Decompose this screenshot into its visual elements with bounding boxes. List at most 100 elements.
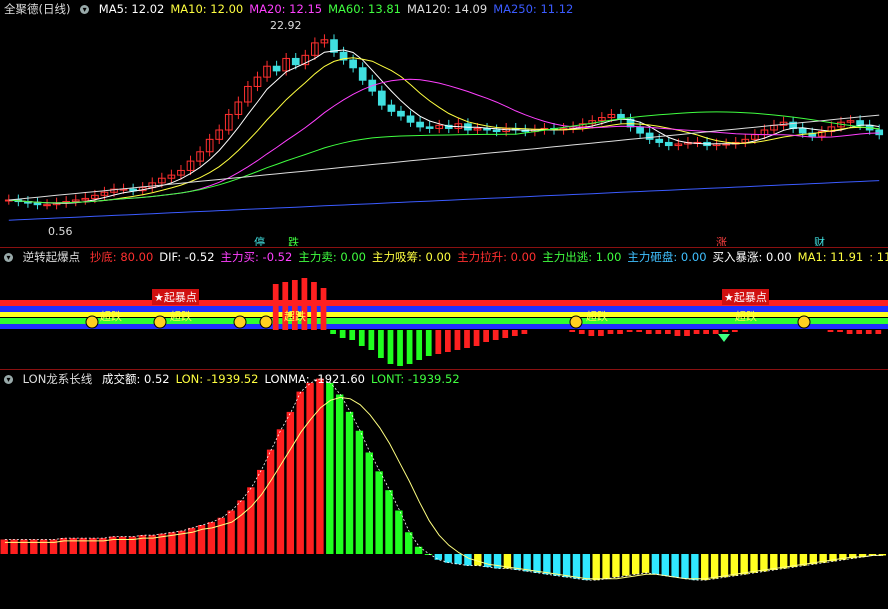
lon-bar (760, 554, 768, 572)
price-header: 全聚德(日线) ▾ MA5: 12.02 MA10: 12.00 MA20: 12.… (4, 1, 585, 17)
indicator-bar (665, 330, 671, 334)
indicator-bar (837, 330, 843, 332)
indicator-header: ▾ 逆转起爆点 抄底: 80.00 DIF: -0.52 主力买: -0.52 主力卖… (4, 249, 888, 265)
ma-legend-item: MA10: 12.00 (170, 2, 244, 16)
lon-bar (434, 554, 443, 560)
collapse-icon[interactable]: ▾ (80, 5, 90, 14)
ma-legend-item: MA120: 14.09 (406, 2, 488, 16)
indicator-bar (684, 330, 690, 336)
indicator-legend-item: 主力砸盘: 0.00 (627, 250, 707, 264)
indicator-bar (378, 330, 384, 358)
lon-bar (385, 490, 393, 554)
indicator-bar (569, 330, 576, 332)
indicator-bar (416, 330, 423, 360)
lon-bar (533, 554, 541, 573)
indicator-bar (645, 330, 652, 334)
high-label: 22.92 (270, 19, 302, 32)
lon-bar (720, 554, 729, 578)
indicator-bar (722, 330, 729, 332)
lon-bar (740, 554, 748, 575)
event-tag-die: 跌 (288, 236, 299, 246)
smiley-icon (259, 315, 273, 329)
indicator-bar (311, 282, 317, 330)
candle (875, 129, 884, 136)
candle (664, 141, 673, 147)
lon-line (4, 378, 884, 581)
smiley-icon (569, 315, 583, 329)
indicator-bar (607, 330, 614, 334)
low-label: 0.56 (48, 225, 73, 238)
candle (798, 127, 807, 134)
indicator-bar (445, 330, 451, 352)
indicator-bar (731, 330, 738, 332)
lon-bar (424, 554, 433, 555)
indicator-bar (712, 330, 719, 334)
lon-bar (316, 378, 324, 554)
lon-bar (523, 554, 531, 572)
indicator-legend-item: : 11.91 (869, 250, 888, 264)
indicator-legend-item: DIF: -0.52 (159, 250, 215, 264)
indicator-legend-item: 抄底: 80.00 (89, 250, 154, 264)
indicator-legend-item: 主力出逃: 1.00 (542, 250, 622, 264)
indicator-bar (349, 330, 356, 340)
lon-bar (395, 510, 403, 554)
lon-bar (296, 391, 304, 554)
event-tag-cai: 财 (814, 236, 825, 246)
indicator-bar (865, 330, 872, 334)
indicator-bar (655, 330, 662, 334)
lon-bar (661, 554, 669, 576)
collapse-icon[interactable]: ▾ (4, 375, 13, 384)
ma-legend: MA5: 12.02 MA10: 12.00 MA20: 12.15 MA60: 13… (99, 2, 580, 16)
lon-bar (631, 554, 640, 575)
indicator-bar (435, 330, 442, 354)
lon-bar (701, 554, 709, 581)
smiley-icon (153, 315, 167, 329)
lon-bar (454, 554, 462, 565)
lon-bar (355, 430, 364, 554)
indicator-bar (397, 330, 403, 366)
event-tag-zhang: 涨 (716, 236, 727, 246)
indicator-pane: ▾ 逆转起爆点 抄底: 80.00 DIF: -0.52 主力买: -0.52 主力卖… (0, 248, 888, 368)
indicator-bar (425, 330, 432, 356)
collapse-icon[interactable]: ▾ (4, 253, 13, 262)
indicator-legend-item: 买入暴涨: 0.00 (712, 250, 792, 264)
indicator-legend-item: 主力买: -0.52 (220, 250, 293, 264)
price-pane: 全聚德(日线) ▾ MA5: 12.02 MA10: 12.00 MA20: 12.… (0, 0, 888, 246)
indicator-bar (598, 330, 604, 336)
indicator-bar (693, 330, 700, 334)
lon-bar (414, 546, 423, 554)
lon-bar (750, 554, 758, 573)
signal-label: 超跌 (284, 310, 306, 323)
candle (492, 129, 501, 133)
indicator-bar (626, 330, 633, 332)
indicator-legend-item: 主力卖: 0.00 (298, 250, 366, 264)
lon-bar (326, 382, 334, 554)
lon-bar (483, 554, 492, 568)
lon-bar (691, 554, 699, 581)
indicator-bar (406, 330, 413, 364)
indicator-bar (454, 330, 461, 350)
lon-bar (622, 554, 630, 576)
indicator-bar (464, 330, 470, 348)
lon-bar (257, 469, 265, 554)
lon-legend-item: 成交额: 0.52 (101, 372, 170, 386)
lon-bar (562, 554, 571, 578)
lon-bar (237, 500, 245, 554)
lon-bar (553, 554, 561, 576)
indicator-bar (272, 284, 279, 330)
indicator-bar (330, 330, 336, 334)
lon-bar (405, 532, 413, 554)
signal-band-blue2 (0, 324, 888, 329)
price-title[interactable]: 全聚德(日线) (4, 2, 70, 16)
price-chart (4, 34, 884, 221)
ma-legend-item: MA60: 13.81 (328, 2, 401, 16)
lon-bar (602, 554, 610, 579)
lon-bar (375, 471, 383, 554)
lon-title[interactable]: LON龙系长线 (23, 372, 93, 386)
indicator-title[interactable]: 逆转起爆点 (23, 250, 81, 264)
indicator-bar (617, 330, 623, 334)
candle (358, 67, 367, 81)
diamond-icon (718, 334, 730, 342)
indicator-bar (703, 330, 709, 334)
ma-line-10 (8, 57, 880, 204)
